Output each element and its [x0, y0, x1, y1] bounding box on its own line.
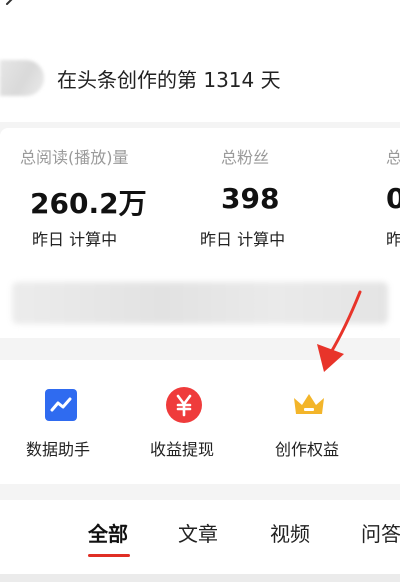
stat-value: 260.2万 — [30, 187, 147, 220]
creator-tools-row: 数据助手 收益提现 创作权益 — [0, 360, 400, 484]
tab-all[interactable]: 全部 — [88, 518, 128, 547]
stat-sub: 昨日 计算中 — [32, 230, 118, 249]
creation-days-text: 在头条创作的第 1314 天 — [57, 68, 281, 92]
stat-sub: 昨 — [386, 230, 400, 249]
stat-sub: 昨日 计算中 — [200, 230, 286, 249]
tab-videos[interactable]: 视频 — [270, 518, 310, 547]
tool-data-assistant[interactable]: 数据助手 — [10, 360, 110, 484]
annotation-arrow-icon — [317, 290, 362, 372]
tab-qa[interactable]: 问答 — [361, 518, 400, 547]
profile-header: 在头条创作的第 1314 天 — [0, 0, 400, 122]
content-tabs: 全部 文章 视频 问答 — [0, 500, 400, 582]
tool-creator-benefits[interactable]: 创作权益 — [260, 360, 360, 484]
tool-label: 收益提现 — [150, 440, 215, 459]
avatar[interactable] — [0, 60, 44, 96]
crown-icon — [294, 394, 324, 414]
tool-income-withdraw[interactable]: 收益提现 — [136, 360, 236, 484]
chart-icon — [45, 389, 77, 421]
stat-label: 总粉丝 — [221, 148, 270, 167]
tool-label: 创作权益 — [275, 440, 340, 459]
stat-label: 总阅读(播放)量 — [20, 148, 129, 167]
bottom-divider — [0, 574, 400, 582]
stat-value: 0 — [386, 182, 400, 215]
active-tab-underline — [88, 554, 130, 557]
stat-label: 总 — [386, 148, 400, 167]
tab-articles[interactable]: 文章 — [178, 518, 218, 547]
stat-value: 398 — [221, 182, 280, 215]
tool-label: 数据助手 — [26, 440, 91, 459]
back-arrow-icon[interactable] — [2, 0, 24, 14]
yen-icon — [166, 387, 202, 423]
